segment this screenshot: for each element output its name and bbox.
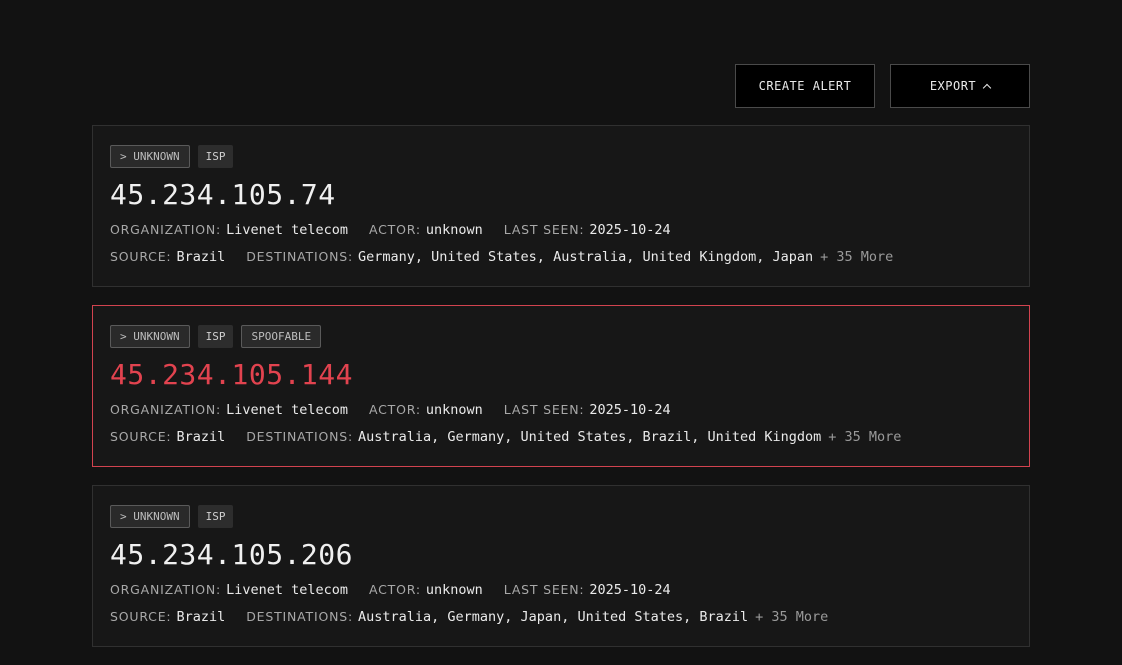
ip-card-selected[interactable]: > UNKNOWN ISP SPOOFABLE 45.234.105.144 O… (92, 305, 1030, 467)
organization-value: Livenet telecom (226, 222, 348, 238)
destinations-label: DESTINATIONS: (246, 429, 353, 444)
chevron-up-icon (982, 83, 992, 92)
organization-value: Livenet telecom (226, 402, 348, 418)
result-list: > UNKNOWN ISP 45.234.105.74 ORGANIZATION… (92, 125, 1030, 665)
ip-card[interactable]: > UNKNOWN ISP 45.234.105.74 ORGANIZATION… (92, 125, 1030, 287)
last-seen-value: 2025-10-24 (589, 402, 671, 418)
tag-list: > UNKNOWN ISP SPOOFABLE (110, 325, 1012, 348)
create-alert-button[interactable]: CREATE ALERT (735, 64, 875, 108)
ip-address[interactable]: 45.234.105.206 (110, 538, 1012, 572)
export-button[interactable]: EXPORT (890, 64, 1030, 108)
route-row: SOURCE: Brazil DESTINATIONS: Australia, … (110, 609, 1012, 627)
tag-list: > UNKNOWN ISP (110, 505, 1012, 528)
destinations-label: DESTINATIONS: (246, 609, 353, 624)
organization-label: ORGANIZATION: (110, 402, 222, 417)
last-seen-value: 2025-10-24 (589, 222, 671, 238)
route-row: SOURCE: Brazil DESTINATIONS: Germany, Un… (110, 249, 1012, 267)
meta-row: ORGANIZATION: Livenet telecom ACTOR: unk… (110, 402, 1012, 420)
actor-value: unknown (425, 582, 483, 598)
actor-value: unknown (425, 222, 483, 238)
meta-row: ORGANIZATION: Livenet telecom ACTOR: unk… (110, 222, 1012, 240)
actor-label: ACTOR: (369, 222, 421, 237)
source-label: SOURCE: (110, 429, 172, 444)
destinations-value: Australia, Germany, Japan, United States… (358, 609, 749, 625)
destinations-value: Germany, United States, Australia, Unite… (358, 249, 814, 265)
tag-unknown[interactable]: > UNKNOWN (110, 325, 190, 348)
actor-label: ACTOR: (369, 402, 421, 417)
tag-isp[interactable]: ISP (197, 145, 234, 168)
ip-card[interactable]: > UNKNOWN ISP 45.234.105.206 ORGANIZATIO… (92, 485, 1030, 647)
last-seen-label: LAST SEEN: (503, 402, 585, 417)
tag-unknown[interactable]: > UNKNOWN (110, 145, 190, 168)
last-seen-label: LAST SEEN: (503, 582, 585, 597)
source-value: Brazil (176, 609, 226, 625)
destinations-value: Australia, Germany, United States, Brazi… (358, 429, 822, 445)
actor-value: unknown (425, 402, 483, 418)
actor-label: ACTOR: (369, 582, 421, 597)
tag-unknown[interactable]: > UNKNOWN (110, 505, 190, 528)
meta-row: ORGANIZATION: Livenet telecom ACTOR: unk… (110, 582, 1012, 600)
organization-label: ORGANIZATION: (110, 222, 222, 237)
tag-spoofable[interactable]: SPOOFABLE (241, 325, 322, 348)
destinations-label: DESTINATIONS: (246, 249, 353, 264)
ip-address[interactable]: 45.234.105.144 (110, 358, 1012, 392)
tag-isp[interactable]: ISP (197, 325, 234, 348)
create-alert-label: CREATE ALERT (758, 79, 852, 93)
route-row: SOURCE: Brazil DESTINATIONS: Australia, … (110, 429, 1012, 447)
source-value: Brazil (176, 429, 226, 445)
ip-address[interactable]: 45.234.105.74 (110, 178, 1012, 212)
tag-isp[interactable]: ISP (197, 505, 234, 528)
tag-list: > UNKNOWN ISP (110, 145, 1012, 168)
toolbar: CREATE ALERT EXPORT (735, 64, 1030, 108)
more-destinations-link[interactable]: + 35 More (820, 249, 893, 265)
last-seen-value: 2025-10-24 (589, 582, 671, 598)
last-seen-label: LAST SEEN: (503, 222, 585, 237)
more-destinations-link[interactable]: + 35 More (755, 609, 828, 625)
organization-value: Livenet telecom (226, 582, 348, 598)
source-label: SOURCE: (110, 609, 172, 624)
source-label: SOURCE: (110, 249, 172, 264)
organization-label: ORGANIZATION: (110, 582, 222, 597)
export-label: EXPORT (929, 79, 977, 93)
source-value: Brazil (176, 249, 226, 265)
more-destinations-link[interactable]: + 35 More (828, 429, 901, 445)
